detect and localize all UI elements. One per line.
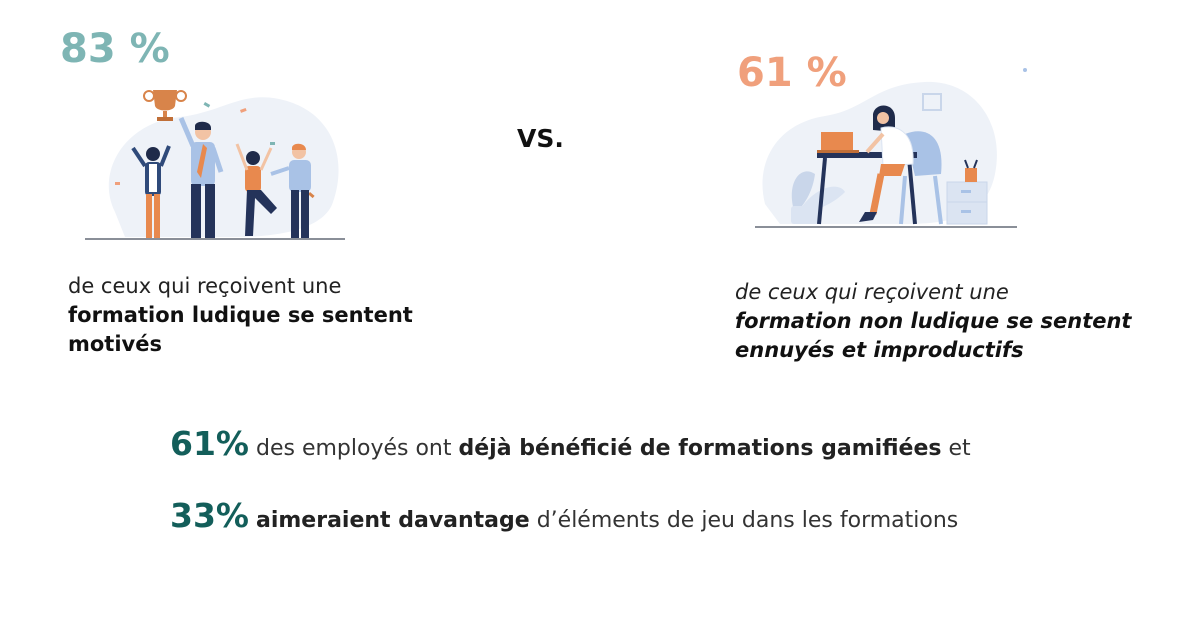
- fact-2-percent: 33%: [170, 496, 249, 535]
- left-caption-bold: formation ludique se sentent motivés: [68, 303, 413, 356]
- left-stat: 83 %: [60, 26, 170, 72]
- right-caption-plain: de ceux qui reçoivent une: [735, 280, 1009, 304]
- bored-worker-illustration: [755, 68, 1027, 228]
- right-caption: de ceux qui reçoivent une formation non …: [735, 278, 1175, 365]
- versus-label: VS.: [517, 124, 564, 153]
- fact-1-text: des employés ont: [256, 436, 452, 461]
- fact-line-2: 33% aimeraient davantage d’éléments de j…: [170, 496, 958, 535]
- celebrating-team-illustration: [85, 90, 345, 240]
- fact-1-bold: déjà bénéficié de formations gamifiées: [458, 436, 942, 461]
- fact-1-percent: 61%: [170, 424, 249, 463]
- right-caption-bold: formation non ludique se sentent ennuyés…: [735, 309, 1132, 362]
- trophy-icon: [143, 90, 187, 121]
- left-caption: de ceux qui reçoivent une formation ludi…: [68, 272, 488, 359]
- fact-2-bold: aimeraient davantage: [256, 508, 530, 533]
- fact-1-tail: et: [948, 436, 971, 461]
- fact-2-text: d’éléments de jeu dans les formations: [536, 508, 959, 533]
- fact-line-1: 61% des employés ont déjà bénéficié de f…: [170, 424, 971, 463]
- left-caption-plain: de ceux qui reçoivent une: [68, 274, 342, 298]
